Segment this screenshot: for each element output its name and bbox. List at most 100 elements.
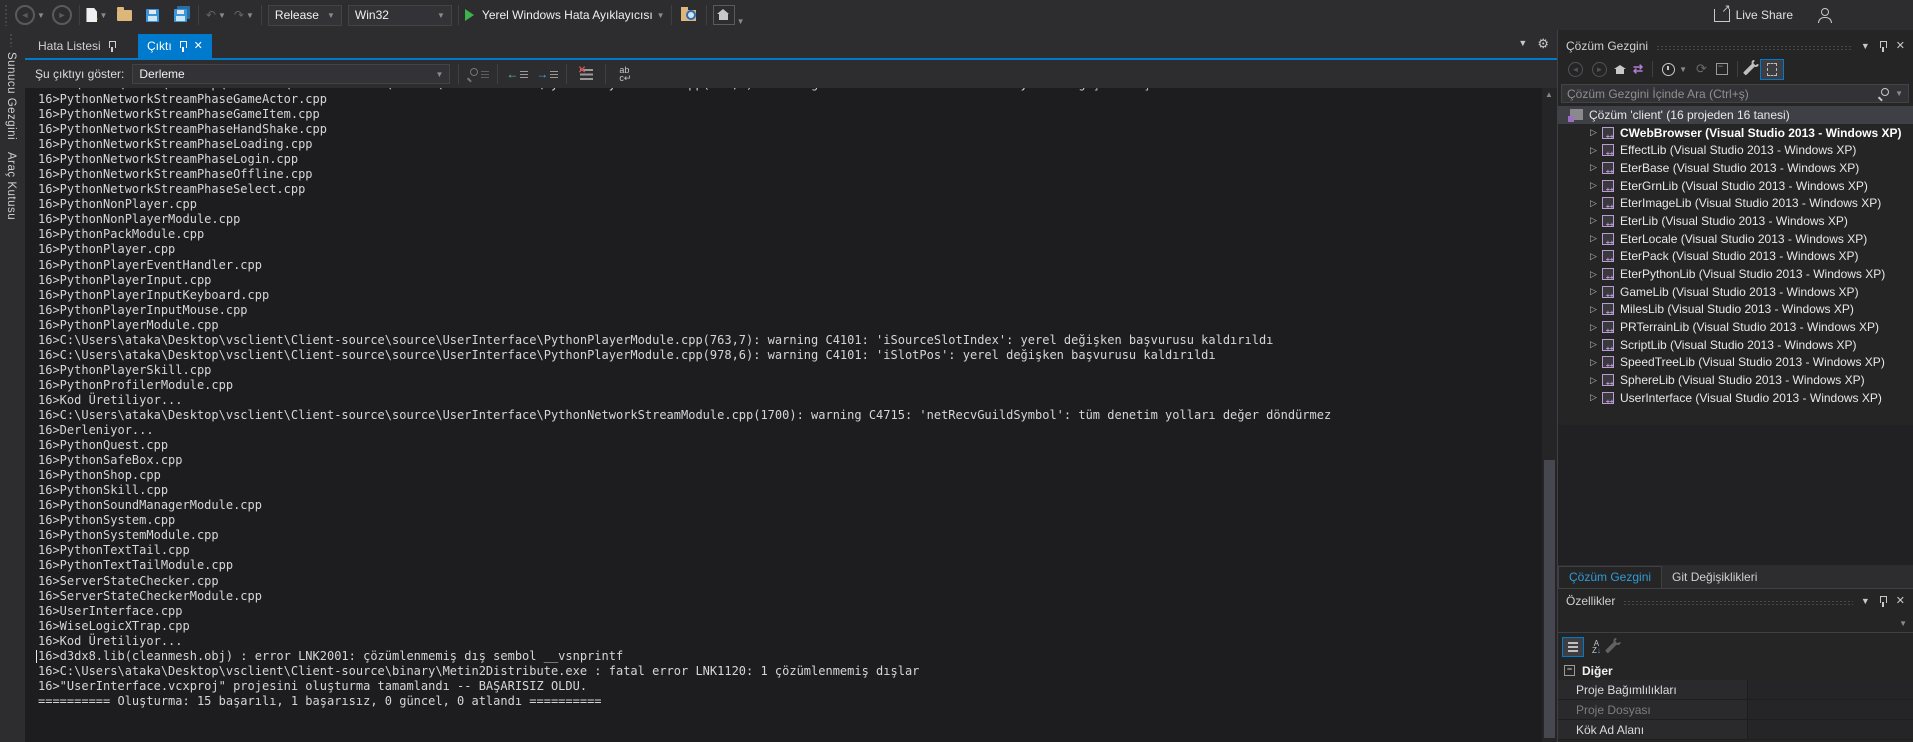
property-value[interactable] (1748, 700, 1913, 719)
categorized-view-button[interactable] (1562, 637, 1584, 657)
project-node[interactable]: ▷ EterLocale (Visual Studio 2013 - Windo… (1558, 230, 1913, 248)
expander-icon[interactable]: ▷ (1590, 375, 1602, 386)
project-node[interactable]: ▷ ScriptLib (Visual Studio 2013 - Window… (1558, 336, 1913, 354)
property-value[interactable] (1748, 680, 1913, 699)
expander-icon[interactable]: ▷ (1590, 198, 1602, 209)
new-file-button[interactable]: ▼ (86, 4, 108, 26)
expander-icon[interactable]: ▷ (1590, 269, 1602, 280)
properties-wrench-icon[interactable] (1743, 63, 1755, 75)
solution-search-box[interactable]: Çözüm Gezgini İçinde Ara (Ctrl+ş) ▼ (1561, 84, 1909, 103)
previous-message-button[interactable]: ← (506, 63, 528, 85)
output-source-dropdown[interactable]: Derleme▼ (132, 64, 450, 84)
expander-icon[interactable]: ▷ (1590, 392, 1602, 403)
properties-object-dropdown[interactable]: ▼ (1558, 613, 1913, 633)
live-share-button[interactable]: Live Share (1714, 0, 1833, 30)
expander-icon[interactable]: ▷ (1590, 251, 1602, 262)
close-icon[interactable]: ✕ (194, 41, 203, 52)
tab-output[interactable]: Çıktı ✕ (138, 34, 212, 58)
expander-icon[interactable]: ▷ (1590, 357, 1602, 368)
save-all-button[interactable] (170, 4, 192, 26)
project-node[interactable]: ▷ EterBase (Visual Studio 2013 - Windows… (1558, 159, 1913, 177)
pin-icon[interactable] (1879, 596, 1887, 607)
save-button[interactable] (142, 4, 164, 26)
sync-with-active-document-icon[interactable]: ⇄ (1633, 62, 1643, 76)
project-node[interactable]: ▷ UserInterface (Visual Studio 2013 - Wi… (1558, 389, 1913, 407)
tab-error-list[interactable]: Hata Listesi (29, 34, 125, 58)
navigate-forward-button[interactable]: ► (51, 4, 73, 26)
chevron-down-icon[interactable]: ▼ (1861, 41, 1870, 51)
project-node[interactable]: ▷ GameLib (Visual Studio 2013 - Windows … (1558, 283, 1913, 301)
expander-icon[interactable]: ▷ (1590, 145, 1602, 156)
alphabetical-sort-button[interactable]: AZ↓ (1592, 640, 1601, 654)
solution-explorer-header[interactable]: Çözüm Gezgini ▼ ✕ (1558, 34, 1913, 58)
expander-icon[interactable]: ▷ (1590, 339, 1602, 350)
expander-icon[interactable]: ▷ (1590, 322, 1602, 333)
output-vertical-scrollbar[interactable]: ▲ (1542, 88, 1557, 742)
show-all-files-toggle[interactable] (1760, 59, 1784, 80)
forward-icon[interactable]: ► (1592, 62, 1607, 77)
pin-icon[interactable] (108, 41, 116, 52)
expander-icon[interactable]: ▷ (1590, 162, 1602, 173)
bottom-tab[interactable]: Git Değişiklikleri (1662, 567, 1767, 588)
property-row[interactable]: Proje Bağımlılıkları (1558, 680, 1913, 700)
scrollbar-thumb[interactable] (1544, 460, 1555, 738)
project-node[interactable]: ▷ EterPack (Visual Studio 2013 - Windows… (1558, 248, 1913, 266)
property-value[interactable] (1748, 720, 1913, 739)
home-icon[interactable] (1616, 69, 1624, 74)
property-pages-icon[interactable] (1605, 641, 1617, 653)
project-node[interactable]: ▷ PRTerrainLib (Visual Studio 2013 - Win… (1558, 318, 1913, 336)
project-node[interactable]: ▷ EterGrnLib (Visual Studio 2013 - Windo… (1558, 177, 1913, 195)
project-node[interactable]: ▷ MilesLib (Visual Studio 2013 - Windows… (1558, 301, 1913, 319)
pin-icon[interactable] (179, 41, 187, 52)
expander-icon[interactable]: ▷ (1590, 304, 1602, 315)
scroll-up-icon[interactable]: ▲ (1545, 90, 1553, 99)
gear-icon[interactable]: ⚙ (1537, 38, 1549, 50)
output-log[interactable]: 16>C:\Users\ataka\Desktop\vsclient\Clien… (25, 88, 1557, 742)
redo-button[interactable]: ↷▼ (233, 4, 255, 26)
project-node[interactable]: ▷ EterImageLib (Visual Studio 2013 - Win… (1558, 194, 1913, 212)
search-icon[interactable] (1878, 88, 1890, 100)
project-node[interactable]: ▷ CWebBrowser (Visual Studio 2013 - Wind… (1558, 124, 1913, 142)
open-file-button[interactable] (114, 4, 136, 26)
next-message-button[interactable]: → (536, 63, 558, 85)
sidebar-item-server-explorer[interactable]: Sunucu Gezgini (5, 52, 17, 140)
project-node[interactable]: ▷ SpeedTreeLib (Visual Studio 2013 - Win… (1558, 354, 1913, 372)
undo-button[interactable]: ↶▼ (205, 4, 227, 26)
collapse-all-icon[interactable] (1716, 63, 1728, 75)
project-node[interactable]: ▷ EffectLib (Visual Studio 2013 - Window… (1558, 141, 1913, 159)
close-icon[interactable]: ✕ (1896, 596, 1905, 607)
expander-icon[interactable]: ▷ (1590, 286, 1602, 297)
chevron-down-icon[interactable]: ▼ (1861, 596, 1870, 606)
web-browser-button[interactable]: ▼ (713, 4, 745, 26)
property-row[interactable]: Kök Ad Alanı (1558, 720, 1913, 740)
properties-header[interactable]: Özellikler ▼ ✕ (1558, 589, 1913, 613)
project-node[interactable]: ▷ SphereLib (Visual Studio 2013 - Window… (1558, 371, 1913, 389)
expander-icon[interactable]: ▷ (1590, 233, 1602, 244)
project-node[interactable]: ▷ EterLib (Visual Studio 2013 - Windows … (1558, 212, 1913, 230)
find-in-files-button[interactable] (678, 4, 700, 26)
solution-node[interactable]: Çözüm 'client' (16 projeden 16 tanesi) (1558, 106, 1913, 124)
start-debugging-button[interactable]: Yerel Windows Hata Ayıklayıcısı ▼ (465, 4, 665, 26)
word-wrap-button[interactable]: abc↵ (614, 63, 636, 85)
clear-all-button[interactable] (575, 63, 597, 85)
expander-icon[interactable]: ▷ (1590, 180, 1602, 191)
expander-icon[interactable]: ▷ (1590, 127, 1602, 138)
sidebar-item-toolbox[interactable]: Araç Kutusu (5, 152, 17, 220)
category-row[interactable]: − Diğer (1558, 661, 1913, 680)
refresh-icon[interactable]: ⟳ (1696, 61, 1707, 77)
toolbar-grip[interactable] (4, 4, 9, 26)
find-message-icon[interactable] (467, 63, 489, 85)
pending-changes-filter-button[interactable]: ▼ (1662, 63, 1687, 76)
navigate-back-button[interactable]: ◄▼ (15, 4, 45, 26)
expander-icon[interactable]: ▷ (1590, 215, 1602, 226)
project-node[interactable]: ▷ EterPythonLib (Visual Studio 2013 - Wi… (1558, 265, 1913, 283)
bottom-tab[interactable]: Çözüm Gezgini (1558, 566, 1662, 588)
property-row[interactable]: Proje Dosyası (1558, 700, 1913, 720)
configuration-dropdown[interactable]: Release▼ (268, 5, 342, 26)
platform-dropdown[interactable]: Win32▼ (348, 5, 452, 26)
collapse-icon[interactable]: − (1564, 665, 1575, 676)
chevron-down-icon[interactable]: ▼ (1518, 38, 1527, 50)
account-icon[interactable] (1817, 8, 1833, 22)
back-icon[interactable]: ◄ (1568, 62, 1583, 77)
close-icon[interactable]: ✕ (1896, 41, 1905, 52)
